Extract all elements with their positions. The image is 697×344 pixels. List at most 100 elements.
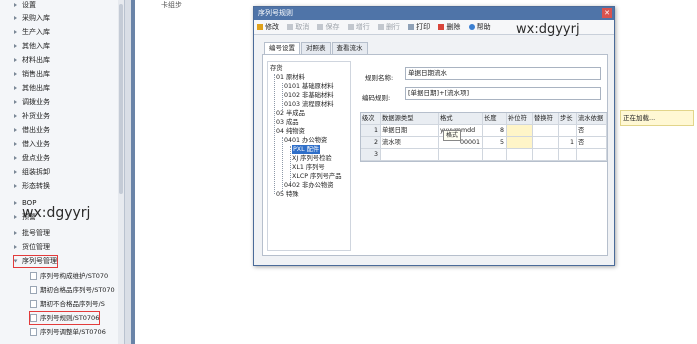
nav-item-other-in[interactable]: 其他入库 [14,41,50,52]
nav-sub-serial-rule[interactable]: 序列号规则/ST0706 [28,311,101,325]
replace-char-cell[interactable] [533,137,559,149]
table-row[interactable]: 3 [361,149,607,161]
nav-item-replenish[interactable]: 补货业务 [14,111,50,122]
nav-item-production-in[interactable]: 生产入库 [14,27,50,38]
nav-item-assembly[interactable]: 组装拆卸 [14,167,50,178]
expand-arrow-icon [14,142,17,146]
loading-indicator: 正在加载... [620,110,694,126]
watermark-right: wx:dgyyrj [516,22,580,37]
add-row-icon [347,24,354,30]
rule-segments-grid: 级次 数据源类型 格式 长度 补位符 替换符 步长 流水依据 1 单据日期 yy… [360,112,608,162]
step-cell[interactable] [559,149,577,161]
step-cell[interactable]: 1 [559,137,577,149]
tree-node[interactable]: 03 成品 [276,118,299,127]
length-cell[interactable]: 8 [483,125,507,137]
pad-char-cell[interactable] [507,149,533,161]
tree-node[interactable]: XL1 序列号 [292,163,325,172]
code-rule-label: 编码规则: [362,94,391,102]
format-cell[interactable] [439,149,483,161]
col-header: 格式 [439,113,483,125]
dialog-title-bar[interactable]: 序列号规则 ✕ [254,7,614,20]
nav-item-settings[interactable]: 设置 [14,0,36,11]
length-cell[interactable] [483,149,507,161]
expand-arrow-icon [14,3,17,7]
pad-char-cell[interactable] [507,125,533,137]
nav-item-stocktake[interactable]: 盘点业务 [14,153,50,164]
pad-char-cell[interactable] [507,137,533,149]
tree-node[interactable]: 0101 基础原材料 [284,82,334,91]
nav-item-sales-out[interactable]: 销售出库 [14,69,50,80]
step-cell[interactable] [559,125,577,137]
rule-name-field[interactable]: 单据日期流水 [405,67,601,80]
nav-item-other-out[interactable]: 其他出库 [14,83,50,94]
col-header: 替换符 [533,113,559,125]
replace-char-cell[interactable] [533,125,559,137]
nav-sub-opening-good-serial[interactable]: 期初合格品序列号/ST070 [30,284,115,296]
printer-icon [408,24,415,30]
help-button[interactable]: 帮助 [468,20,491,34]
undo-icon [287,24,294,30]
source-type-cell[interactable]: 单据日期 [381,125,439,137]
document-icon [30,328,37,336]
main-splitter[interactable] [131,0,135,344]
nav-item-serial-management[interactable]: 序列号管理 [13,255,58,268]
expand-arrow-icon [14,201,17,205]
nav-item-form-conversion[interactable]: 形态转换 [14,181,50,192]
tree-connector [290,146,291,182]
nav-sub-serial-adjust[interactable]: 序列号调整单/ST0706 [30,326,106,338]
table-row[interactable]: 2 流水项 00001 5 1 否 [361,137,607,149]
nav-item-borrow-in[interactable]: 借入业务 [14,139,50,150]
sequence-basis-cell[interactable] [577,149,607,161]
nav-sub-serial-composition[interactable]: 序列号构成维护/ST070 [30,270,108,282]
expand-arrow-icon [14,128,17,132]
replace-char-cell[interactable] [533,149,559,161]
source-type-cell[interactable] [381,149,439,161]
tab-view-sequence[interactable]: 查看流水 [331,42,368,54]
cancel-button[interactable]: 取消 [287,20,309,34]
sequence-basis-cell[interactable]: 否 [577,125,607,137]
navigation-sidebar: 设置 采购入库 生产入库 其他入库 材料出库 销售出库 其他出库 调拨业务 补货… [0,0,125,344]
nav-sub-opening-bad-serial[interactable]: 期初不合格品序列号/S [30,298,105,310]
delete-row-button[interactable]: 删行 [377,20,400,34]
tree-node[interactable]: 0102 非基础材料 [284,91,334,100]
tree-node-selected[interactable]: PXL 配件 [292,145,321,154]
expand-arrow-icon [14,156,17,160]
tree-node[interactable]: 0402 非办公物资 [284,181,334,190]
delete-button[interactable]: 删除 [438,20,460,34]
tree-node[interactable]: 01 原材料 [276,73,305,82]
sequence-basis-cell[interactable]: 否 [577,137,607,149]
nav-item-lend-out[interactable]: 借出业务 [14,125,50,136]
save-icon [317,24,324,30]
code-rule-field[interactable]: [单据日期]+[流水项] [405,87,601,100]
tree-node[interactable]: 05 特殊 [276,190,299,199]
tree-node[interactable]: XJ 序列号检验 [292,154,332,163]
tree-node-root[interactable]: 存货 [270,64,283,73]
tree-node[interactable]: 04 纯物资 [276,127,305,136]
col-header: 数据源类型 [381,113,439,125]
document-icon [30,286,37,294]
tree-node[interactable]: 02 半成品 [276,109,305,118]
save-button[interactable]: 保存 [317,20,339,34]
nav-scroll-thumb[interactable] [119,4,123,194]
nav-item-purchase-in[interactable]: 采购入库 [14,13,50,24]
nav-scrollbar[interactable] [118,0,124,344]
edit-button[interactable]: 修改 [257,20,279,34]
close-icon[interactable]: ✕ [602,8,612,18]
length-cell[interactable]: 5 [483,137,507,149]
tree-node[interactable]: 0103 流程原材料 [284,100,334,109]
source-type-cell[interactable]: 流水项 [381,137,439,149]
tab-code-settings[interactable]: 编号设置 [264,42,300,54]
expand-arrow-icon [14,170,17,174]
nav-item-material-out[interactable]: 材料出库 [14,55,50,66]
col-header: 流水依据 [577,113,607,125]
nav-item-batch[interactable]: 批号管理 [14,228,50,239]
col-header: 补位符 [507,113,533,125]
nav-item-transfer[interactable]: 调拨业务 [14,97,50,108]
tree-node[interactable]: 0401 办公物资 [284,136,327,145]
nav-item-location[interactable]: 货位管理 [14,242,50,253]
add-row-button[interactable]: 增行 [347,20,370,34]
print-button[interactable]: 打印 [408,20,430,34]
tab-lookup-table[interactable]: 对照表 [301,42,331,54]
tree-node[interactable]: XLCP 序列号产品 [292,172,342,181]
table-row[interactable]: 1 单据日期 yyyymmdd 8 否 [361,125,607,137]
